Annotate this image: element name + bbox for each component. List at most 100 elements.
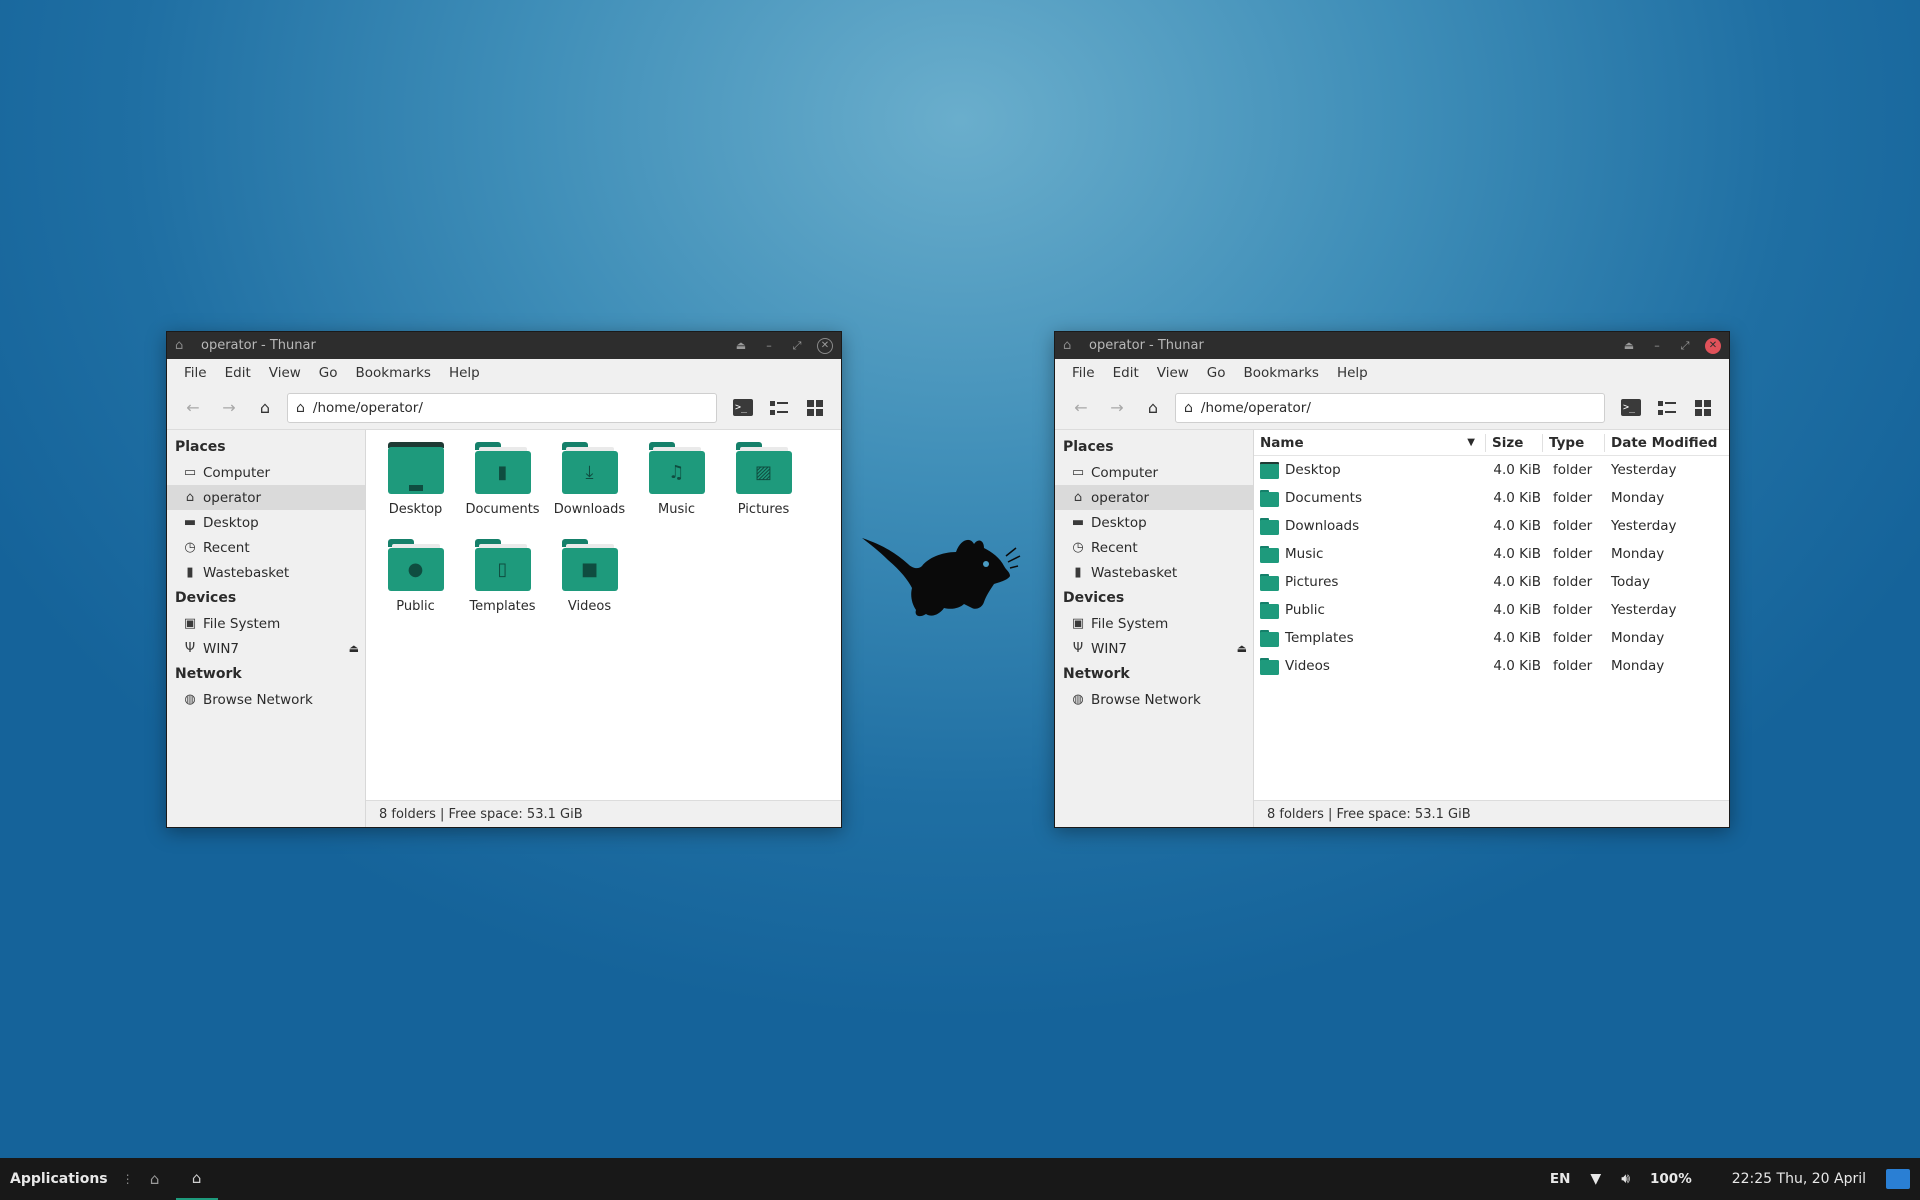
- menu-file[interactable]: File: [175, 365, 216, 381]
- folder-item-documents[interactable]: ▮ Documents: [459, 440, 546, 537]
- folder-item-videos[interactable]: ■ Videos: [546, 537, 633, 634]
- thunar-window-icon-view[interactable]: ⌂ operator - Thunar ⏏ – ⤢ ✕ File Edit Vi…: [166, 331, 842, 828]
- column-header-date-modified[interactable]: Date Modified: [1605, 434, 1729, 452]
- terminal-button[interactable]: >_: [1613, 392, 1649, 424]
- table-row[interactable]: Downloads 4.0 KiB folder Yesterday: [1254, 512, 1729, 540]
- shade-button[interactable]: ⏏: [727, 339, 755, 352]
- trash-icon: ▮: [186, 565, 194, 580]
- column-header-name[interactable]: Name ▼: [1254, 433, 1486, 452]
- menu-edit[interactable]: Edit: [216, 365, 260, 381]
- close-button[interactable]: ✕: [817, 337, 833, 354]
- sidebar-item-file-system[interactable]: ▣ File System: [167, 611, 365, 636]
- back-arrow-icon[interactable]: ←: [175, 392, 211, 424]
- folder-item-public[interactable]: ● Public: [372, 537, 459, 634]
- computer-icon: ▭: [1071, 465, 1085, 480]
- folder-item-music[interactable]: ♫ Music: [633, 440, 720, 537]
- sidebar-item-desktop[interactable]: ▬ Desktop: [167, 510, 365, 535]
- volume-icon[interactable]: 🔊︎: [1621, 1171, 1630, 1187]
- list-view-pane[interactable]: Name ▼ Size Type Date Modified Desktop 4.…: [1254, 430, 1729, 827]
- sidebar-item-operator[interactable]: ⌂ operator: [167, 485, 365, 510]
- table-row[interactable]: Documents 4.0 KiB folder Monday: [1254, 484, 1729, 512]
- network-heading: Network: [175, 666, 242, 682]
- table-row[interactable]: Videos 4.0 KiB folder Monday: [1254, 652, 1729, 680]
- list-view-button[interactable]: [1649, 392, 1685, 424]
- forward-arrow-icon[interactable]: →: [211, 392, 247, 424]
- sidebar-item-computer[interactable]: ▭ Computer: [167, 460, 365, 485]
- menu-view[interactable]: View: [1148, 365, 1198, 381]
- table-row[interactable]: Desktop 4.0 KiB folder Yesterday: [1254, 456, 1729, 484]
- folder-music-icon: ♫: [648, 442, 705, 494]
- clock-icon: ◷: [1072, 540, 1084, 555]
- folder-templates-icon: ▯: [474, 539, 531, 591]
- folder-item-templates[interactable]: ▯ Templates: [459, 537, 546, 634]
- sidebar-item-recent[interactable]: ◷ Recent: [1055, 535, 1253, 560]
- title-bar[interactable]: ⌂ operator - Thunar ⏏ – ⤢ ✕: [167, 332, 841, 359]
- title-bar[interactable]: ⌂ operator - Thunar ⏏ – ⤢ ✕: [1055, 332, 1729, 359]
- sort-descending-icon: ▼: [1467, 436, 1475, 448]
- folder-item-pictures[interactable]: ▨ Pictures: [720, 440, 807, 537]
- workspace-switcher[interactable]: [1886, 1169, 1910, 1189]
- folder-item-downloads[interactable]: ⤓ Downloads: [546, 440, 633, 537]
- sidebar-item-browse-network[interactable]: ◍ Browse Network: [1055, 687, 1253, 712]
- close-button[interactable]: ✕: [1705, 337, 1721, 354]
- terminal-button[interactable]: >_: [725, 392, 761, 424]
- location-bar[interactable]: ⌂ /home/operator/: [1175, 392, 1605, 423]
- sidebar-item-browse-network[interactable]: ◍ Browse Network: [167, 687, 365, 712]
- menu-go[interactable]: Go: [310, 365, 347, 381]
- thunar-window-list-view[interactable]: ⌂ operator - Thunar ⏏ – ⤢ ✕ File Edit Vi…: [1054, 331, 1730, 828]
- home-icon[interactable]: ⌂: [247, 392, 283, 424]
- menu-help[interactable]: Help: [440, 365, 489, 381]
- location-bar[interactable]: ⌂ /home/operator/: [287, 392, 717, 423]
- battery-percentage[interactable]: 100%: [1650, 1171, 1692, 1187]
- back-arrow-icon[interactable]: ←: [1063, 392, 1099, 424]
- menu-edit[interactable]: Edit: [1104, 365, 1148, 381]
- show-desktop-icon[interactable]: ⌂: [134, 1170, 176, 1188]
- eject-icon[interactable]: ⏏: [349, 642, 359, 655]
- sidebar-item-operator[interactable]: ⌂ operator: [1055, 485, 1253, 510]
- column-header-size[interactable]: Size: [1486, 433, 1543, 452]
- menu-file[interactable]: File: [1063, 365, 1104, 381]
- sidebar-item-file-system[interactable]: ▣ File System: [1055, 611, 1253, 636]
- table-row[interactable]: Music 4.0 KiB folder Monday: [1254, 540, 1729, 568]
- minimize-button[interactable]: –: [1643, 339, 1671, 352]
- shade-button[interactable]: ⏏: [1615, 339, 1643, 352]
- list-view-icon: [770, 400, 788, 415]
- icon-view-button[interactable]: [1685, 392, 1721, 424]
- folder-item-desktop[interactable]: Desktop: [372, 440, 459, 537]
- table-row[interactable]: Public 4.0 KiB folder Yesterday: [1254, 596, 1729, 624]
- sidebar-item-win7[interactable]: Ψ WIN7 ⏏: [1055, 636, 1253, 661]
- table-row[interactable]: Pictures 4.0 KiB folder Today: [1254, 568, 1729, 596]
- menu-view[interactable]: View: [260, 365, 310, 381]
- table-row[interactable]: Templates 4.0 KiB folder Monday: [1254, 624, 1729, 652]
- list-view-button[interactable]: [761, 392, 797, 424]
- minimize-button[interactable]: –: [755, 339, 783, 352]
- sidebar-item-desktop[interactable]: ▬ Desktop: [1055, 510, 1253, 535]
- taskbar-window-button[interactable]: ⌂: [175, 1158, 218, 1200]
- places-heading: Places: [175, 439, 226, 455]
- menu-help[interactable]: Help: [1328, 365, 1377, 381]
- column-header-type[interactable]: Type: [1543, 433, 1605, 452]
- icon-view-pane[interactable]: Desktop ▮ Documents ⤓ Downloads ♫ Music …: [366, 430, 841, 827]
- sidebar-item-wastebasket[interactable]: ▮ Wastebasket: [167, 560, 365, 585]
- home-icon[interactable]: ⌂: [1135, 392, 1171, 424]
- keyboard-layout-indicator[interactable]: EN: [1550, 1171, 1571, 1187]
- forward-arrow-icon[interactable]: →: [1099, 392, 1135, 424]
- sidebar-item-computer[interactable]: ▭ Computer: [1055, 460, 1253, 485]
- menu-bookmarks[interactable]: Bookmarks: [347, 365, 440, 381]
- clock[interactable]: 22:25 Thu, 20 April: [1732, 1171, 1866, 1187]
- applications-menu-button[interactable]: Applications: [0, 1171, 108, 1187]
- sidebar-item-wastebasket[interactable]: ▮ Wastebasket: [1055, 560, 1253, 585]
- sidebar-item-recent[interactable]: ◷ Recent: [167, 535, 365, 560]
- menu-bookmarks[interactable]: Bookmarks: [1235, 365, 1328, 381]
- sidebar-item-win7[interactable]: Ψ WIN7 ⏏: [167, 636, 365, 661]
- eject-icon[interactable]: ⏏: [1237, 642, 1247, 655]
- home-icon: ⌂: [1073, 490, 1083, 505]
- menu-bar: File Edit View Go Bookmarks Help: [167, 359, 841, 386]
- folder-templates-icon: [1260, 629, 1279, 647]
- wifi-icon[interactable]: ▼: [1590, 1171, 1601, 1187]
- maximize-button[interactable]: ⤢: [1671, 339, 1699, 353]
- icon-view-button[interactable]: [797, 392, 833, 424]
- status-bar: 8 folders | Free space: 53.1 GiB: [1254, 800, 1729, 827]
- maximize-button[interactable]: ⤢: [783, 339, 811, 353]
- menu-go[interactable]: Go: [1198, 365, 1235, 381]
